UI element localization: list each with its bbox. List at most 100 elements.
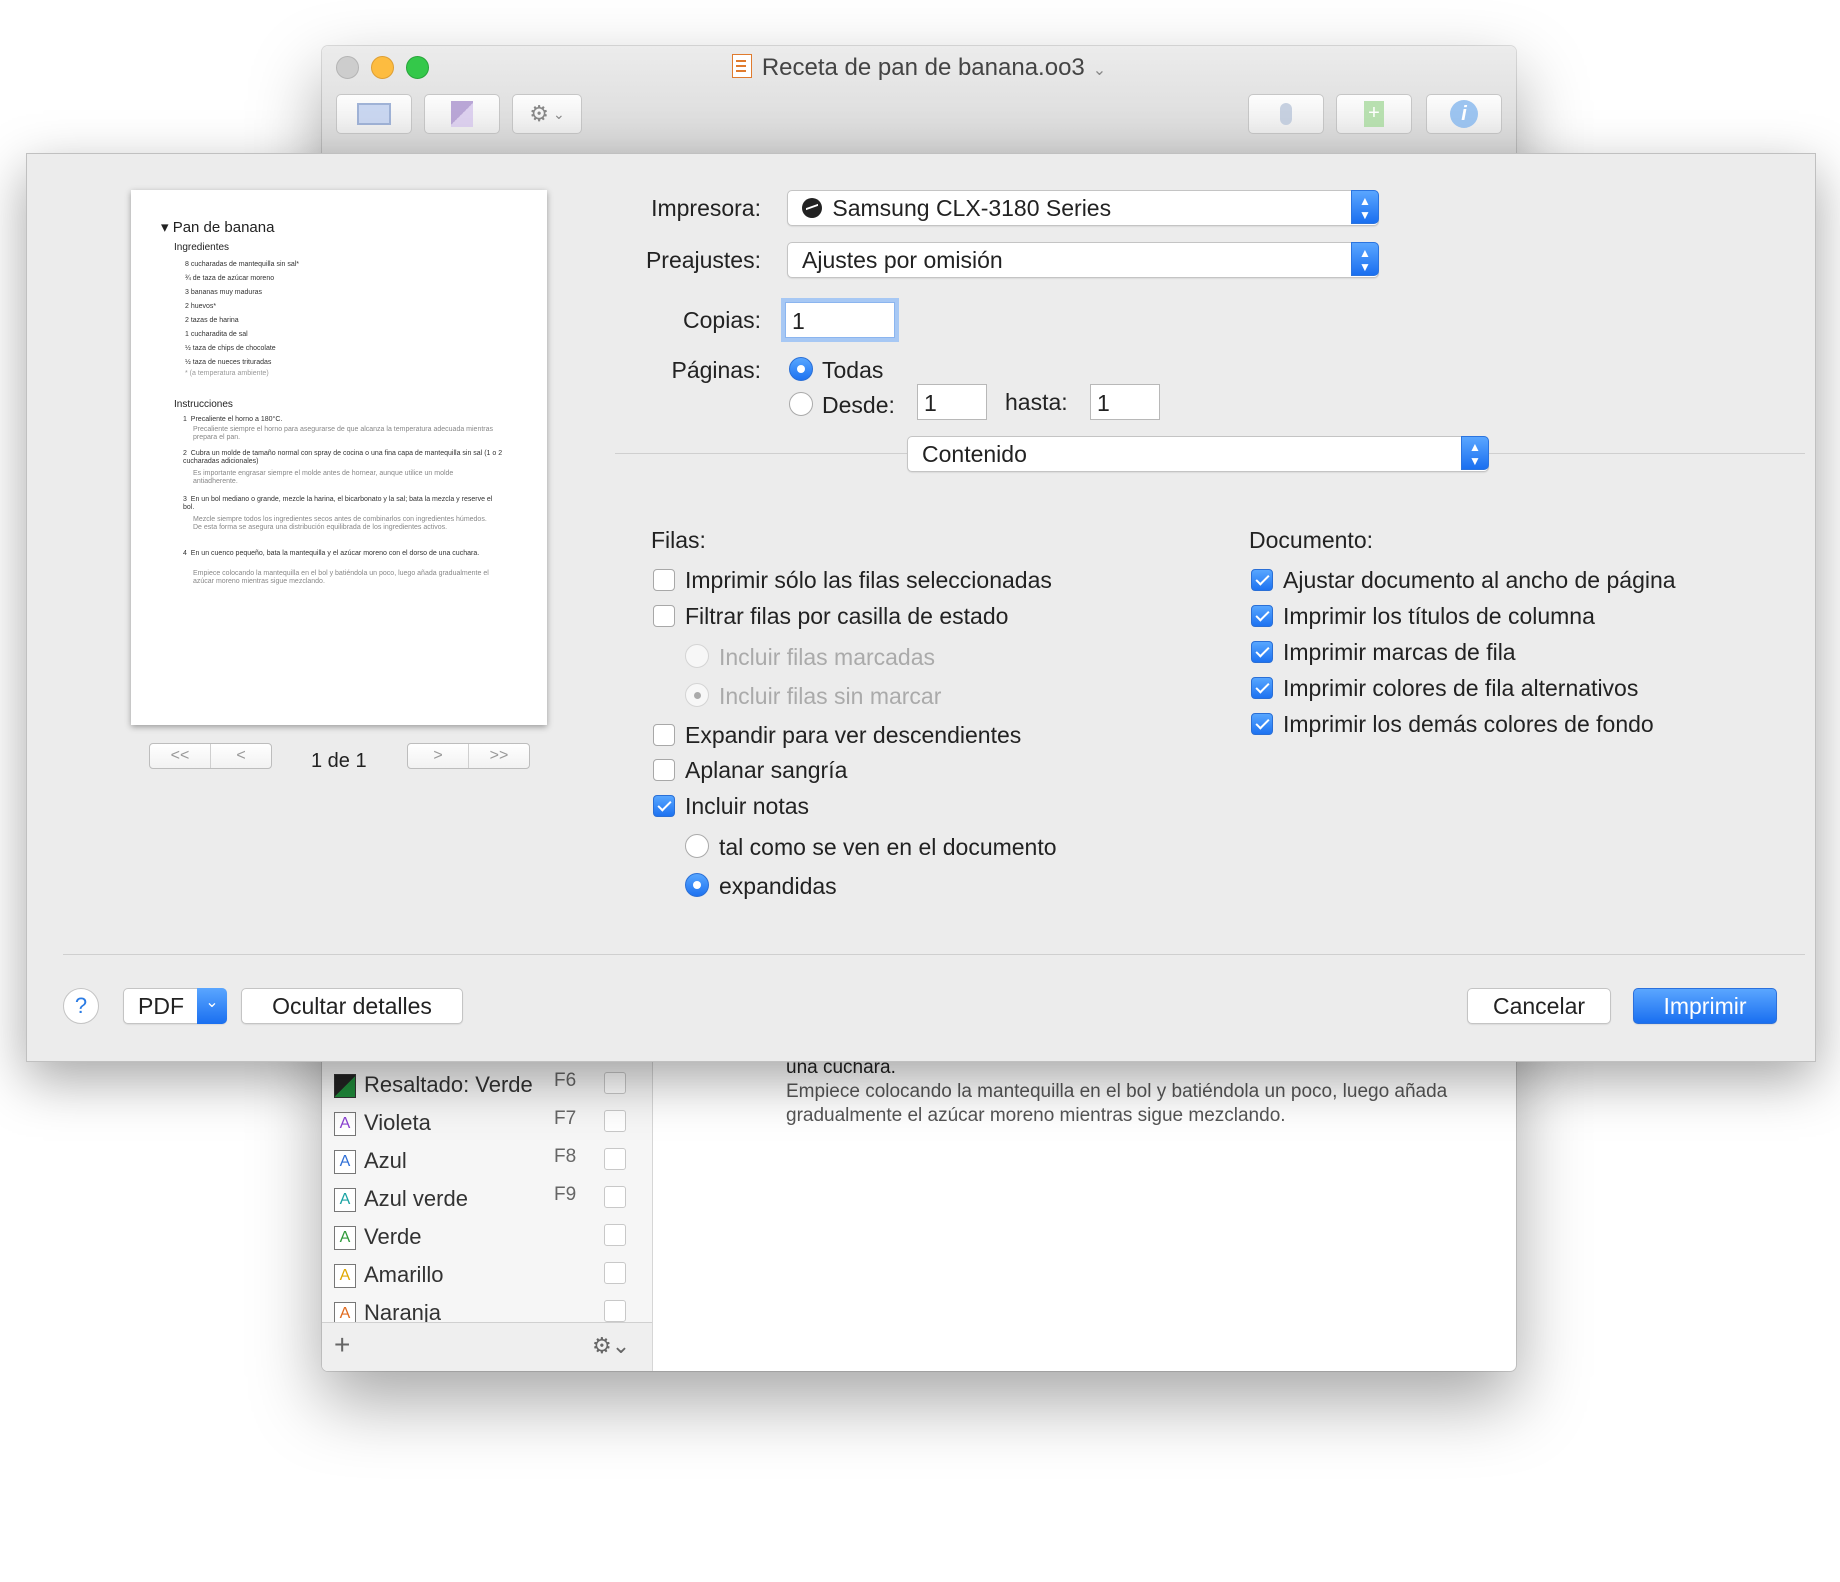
style-checkbox[interactable] bbox=[604, 1148, 626, 1170]
pages-from-label: Desde: bbox=[822, 392, 895, 418]
style-checkbox[interactable] bbox=[604, 1300, 626, 1322]
step-text: En un cuenco pequeño, bata la mantequill… bbox=[190, 550, 480, 557]
printer-popup[interactable]: Samsung CLX-3180 Series ▲ ▼ bbox=[787, 190, 1379, 226]
style-item-blue[interactable]: A Azul F8 bbox=[334, 1144, 644, 1180]
preview-ingredient: ¾ de taza de azúcar moreno bbox=[185, 275, 275, 282]
step-number: 3 bbox=[183, 496, 187, 503]
document-icon bbox=[731, 54, 752, 78]
include-notes-label: Incluir notas bbox=[685, 793, 810, 819]
microphone-icon bbox=[1280, 103, 1292, 125]
style-checkbox[interactable] bbox=[604, 1224, 626, 1246]
dictation-button[interactable] bbox=[1248, 94, 1324, 134]
print-row-handles-checkbox[interactable] bbox=[1251, 641, 1273, 663]
style-label: Azul verde bbox=[364, 1186, 468, 1211]
include-checked-rows-radio[interactable] bbox=[685, 644, 709, 668]
print-row-handles-label: Imprimir marcas de fila bbox=[1283, 639, 1516, 665]
print-alternating-colors-checkbox[interactable] bbox=[1251, 677, 1273, 699]
style-checkbox[interactable] bbox=[604, 1186, 626, 1208]
include-notes-checkbox[interactable] bbox=[653, 795, 675, 817]
style-checkbox[interactable] bbox=[604, 1072, 626, 1094]
preview-step: 4 En un cuenco pequeño, bata la mantequi… bbox=[183, 550, 503, 558]
presets-popup[interactable]: Ajustes por omisión ▲ ▼ bbox=[787, 242, 1379, 278]
style-item-yellow[interactable]: A Amarillo bbox=[334, 1258, 644, 1294]
title-chevron-icon: ⌄ bbox=[1092, 62, 1107, 79]
sidebar-footer: + ⚙⌄ bbox=[322, 1322, 652, 1371]
include-unchecked-rows-radio[interactable] bbox=[685, 683, 709, 707]
style-item-teal[interactable]: A Azul verde F9 bbox=[334, 1182, 644, 1218]
step-number: 4 bbox=[183, 550, 187, 557]
print-section-value: Contenido bbox=[922, 441, 1027, 467]
print-other-backgrounds-checkbox[interactable] bbox=[1251, 713, 1273, 735]
preview-nav-back: << < bbox=[149, 743, 272, 769]
step-text: Cubra un molde de tamaño normal con spra… bbox=[183, 450, 503, 465]
print-button[interactable]: Imprimir bbox=[1633, 988, 1777, 1024]
window-title[interactable]: Receta de pan de banana.oo3 ⌄ bbox=[322, 54, 1516, 82]
hide-details-button[interactable]: Ocultar detalles bbox=[241, 988, 463, 1024]
preview-ingredient: ½ taza de nueces trituradas bbox=[185, 359, 272, 366]
style-item-green[interactable]: A Verde bbox=[334, 1220, 644, 1256]
include-unchecked-rows-label: Incluir filas sin marcar bbox=[719, 683, 942, 709]
notes-as-shown-radio[interactable] bbox=[685, 834, 709, 858]
preview-step: 2 Cubra un molde de tamaño normal con sp… bbox=[183, 450, 503, 466]
pages-all-label: Todas bbox=[822, 357, 884, 383]
letter-style-icon: A bbox=[334, 1188, 356, 1212]
pages-from-field[interactable]: 1 bbox=[917, 384, 987, 420]
pages-all-radio[interactable] bbox=[789, 357, 813, 381]
style-label: Azul bbox=[364, 1148, 407, 1173]
style-shortcut: F8 bbox=[554, 1146, 577, 1167]
outline-row-note[interactable]: Empiece colocando la mantequilla en el b… bbox=[786, 1080, 1486, 1128]
style-checkbox[interactable] bbox=[604, 1262, 626, 1284]
style-item-highlight-green[interactable]: Resaltado: Verde F6 bbox=[334, 1068, 644, 1104]
letter-style-icon: A bbox=[334, 1112, 356, 1136]
cancel-button[interactable]: Cancelar bbox=[1467, 988, 1611, 1024]
gear-icon[interactable]: ⚙⌄ bbox=[592, 1333, 630, 1359]
page-view-button[interactable] bbox=[424, 94, 500, 134]
print-selected-rows-checkbox[interactable] bbox=[653, 569, 675, 591]
styles-sidebar: Resaltado: Verde F6 A Violeta F7 A Azul … bbox=[322, 1056, 653, 1371]
style-label: Resaltado: Verde bbox=[364, 1072, 533, 1097]
copies-field[interactable]: 1 bbox=[785, 302, 895, 338]
printer-value: Samsung CLX-3180 Series bbox=[802, 195, 1111, 222]
next-page-button[interactable]: > bbox=[408, 744, 468, 768]
flatten-indent-checkbox[interactable] bbox=[653, 759, 675, 781]
step-number: 1 bbox=[183, 416, 187, 423]
expand-descendants-label: Expandir para ver descendientes bbox=[685, 722, 1022, 748]
rows-heading: Filas: bbox=[651, 527, 706, 553]
action-menu-button[interactable]: ⚙ ⌄ bbox=[512, 94, 582, 134]
inspector-button[interactable]: i bbox=[1426, 94, 1502, 134]
preview-step-note: Empiece colocando la mantequilla en el b… bbox=[193, 570, 489, 585]
toggle-sidebar-button[interactable] bbox=[336, 94, 412, 134]
pdf-menu-button[interactable]: PDF ⌄ bbox=[123, 988, 227, 1024]
printer-label: Impresora: bbox=[651, 195, 761, 221]
fit-to-page-width-checkbox[interactable] bbox=[1251, 569, 1273, 591]
preview-nav-forward: > >> bbox=[407, 743, 530, 769]
window-title-text: Receta de pan de banana.oo3 bbox=[761, 54, 1085, 81]
page-icon bbox=[451, 101, 473, 127]
preview-step-note: Precaliente siempre el horno para asegur… bbox=[193, 426, 494, 441]
highlight-style-icon bbox=[334, 1074, 356, 1098]
last-page-button[interactable]: >> bbox=[468, 744, 529, 768]
preview-instructions-heading: Instrucciones bbox=[174, 399, 233, 410]
print-column-titles-checkbox[interactable] bbox=[1251, 605, 1273, 627]
add-row-button[interactable]: + bbox=[1336, 94, 1412, 134]
presets-value: Ajustes por omisión bbox=[802, 247, 1003, 273]
print-section-popup[interactable]: Contenido ▲ ▼ bbox=[907, 436, 1489, 472]
expand-descendants-checkbox[interactable] bbox=[653, 724, 675, 746]
document-outline-text: una cuchara. Empiece colocando la manteq… bbox=[786, 1056, 1486, 1128]
pages-to-field[interactable]: 1 bbox=[1090, 384, 1160, 420]
style-checkbox[interactable] bbox=[604, 1110, 626, 1132]
preview-ingredient: 3 bananas muy maduras bbox=[185, 289, 263, 296]
style-shortcut: F9 bbox=[554, 1184, 577, 1205]
style-label: Verde bbox=[364, 1224, 422, 1249]
style-item-violet[interactable]: A Violeta F7 bbox=[334, 1106, 644, 1142]
filter-by-status-checkbox[interactable] bbox=[653, 605, 675, 627]
chevron-down-icon: ⌄ bbox=[553, 105, 565, 122]
first-page-button[interactable]: << bbox=[150, 744, 210, 768]
add-style-button[interactable]: + bbox=[334, 1329, 350, 1361]
pages-range-radio[interactable] bbox=[789, 392, 813, 416]
previous-page-button[interactable]: < bbox=[210, 744, 271, 768]
letter-style-icon: A bbox=[334, 1150, 356, 1174]
copies-label: Copias: bbox=[683, 307, 761, 333]
notes-expanded-radio[interactable] bbox=[685, 873, 709, 897]
help-button[interactable]: ? bbox=[63, 988, 99, 1024]
